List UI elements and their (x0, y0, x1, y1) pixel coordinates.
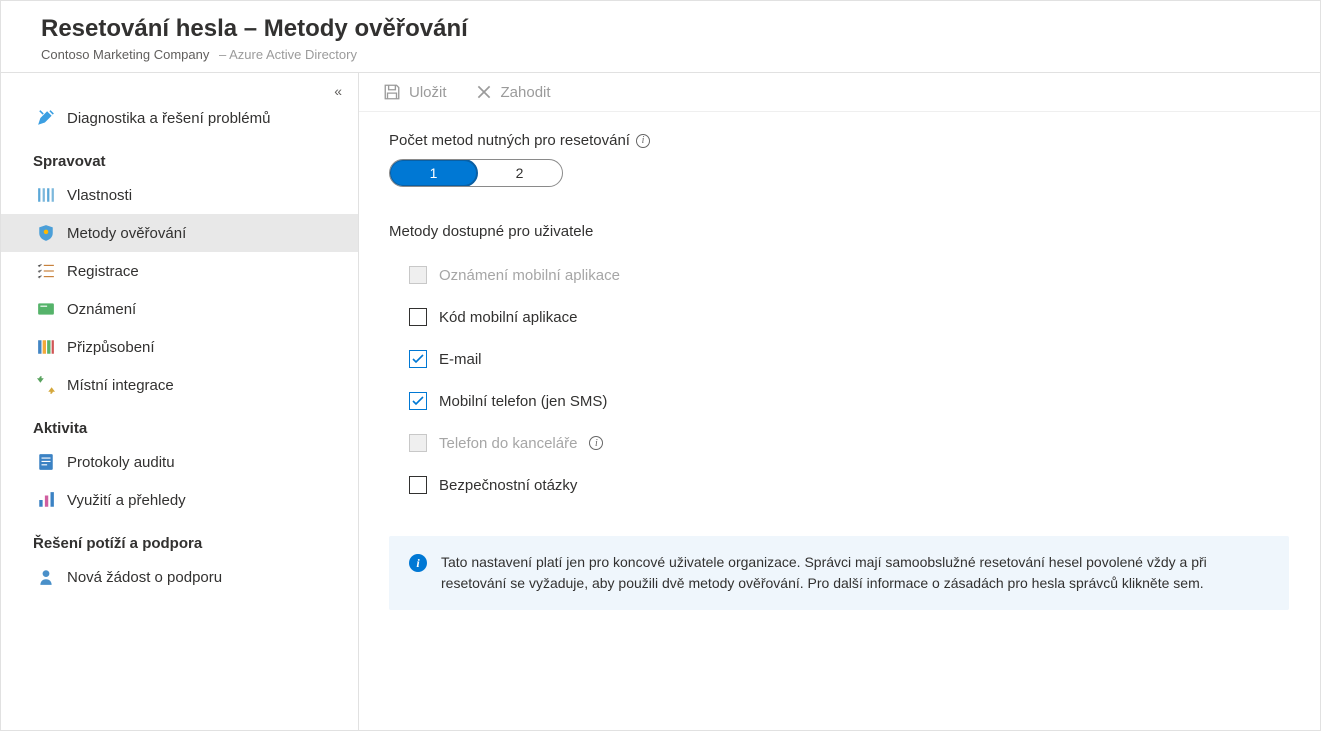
sidebar-section-manage: Spravovat (1, 137, 358, 176)
sidebar-item-label: Přizpůsobení (67, 339, 155, 356)
checkbox-icon (409, 266, 427, 284)
collapse-sidebar-icon[interactable]: « (334, 83, 342, 99)
discard-button[interactable]: Zahodit (475, 83, 551, 101)
save-button[interactable]: Uložit (383, 83, 447, 101)
sidebar-item-customization[interactable]: Přizpůsobení (1, 328, 358, 366)
checkbox-checked-icon[interactable] (409, 392, 427, 410)
close-icon (475, 83, 493, 101)
method-label: Mobilní telefon (jen SMS) (439, 393, 607, 410)
info-icon[interactable]: i (636, 134, 650, 148)
sidebar-item-label: Metody ověřování (67, 225, 186, 242)
methods-required-toggle[interactable]: 1 2 (389, 159, 563, 187)
company-name: Contoso Marketing Company (41, 47, 209, 62)
method-mobile-phone[interactable]: Mobilní telefon (jen SMS) (389, 380, 1290, 422)
sidebar-item-label: Protokoly auditu (67, 454, 175, 471)
method-label: Oznámení mobilní aplikace (439, 267, 620, 284)
main-content: Uložit Zahodit Počet metod nutných pro r… (359, 73, 1320, 730)
support-icon (37, 568, 55, 586)
sidebar-item-registration[interactable]: Registrace (1, 252, 358, 290)
sidebar-section-trouble: Řešení potíží a podpora (1, 519, 358, 558)
product-name: – Azure Active Directory (219, 47, 357, 62)
discard-label: Zahodit (501, 84, 551, 101)
chart-icon (37, 491, 55, 509)
sidebar-item-onprem[interactable]: Místní integrace (1, 366, 358, 404)
sidebar-section-activity: Aktivita (1, 404, 358, 443)
wrench-icon (37, 109, 55, 127)
sidebar-item-label: Vlastnosti (67, 187, 132, 204)
method-mobile-app-code[interactable]: Kód mobilní aplikace (389, 296, 1290, 338)
method-security-questions[interactable]: Bezpečnostní otázky (389, 464, 1290, 506)
sidebar-item-label: Místní integrace (67, 377, 174, 394)
sidebar-item-properties[interactable]: Vlastnosti (1, 176, 358, 214)
page-header: Resetování hesla – Metody ověřování Cont… (1, 1, 1320, 73)
checkbox-checked-icon[interactable] (409, 350, 427, 368)
checkbox-icon (409, 434, 427, 452)
info-text: Tato nastavení platí jen pro koncové uži… (441, 552, 1269, 594)
method-label: Kód mobilní aplikace (439, 309, 577, 326)
sidebar-item-label: Diagnostika a řešení problémů (67, 110, 270, 127)
info-banner: i Tato nastavení platí jen pro koncové u… (389, 536, 1289, 610)
sidebar-item-label: Registrace (67, 263, 139, 280)
available-methods-label: Metody dostupné pro uživatele (389, 223, 1290, 240)
page-title: Resetování hesla – Metody ověřování (41, 15, 1280, 43)
sidebar-item-audit[interactable]: Protokoly auditu (1, 443, 358, 481)
methods-required-label: Počet metod nutných pro resetování i (389, 132, 1290, 149)
sidebar: « Diagnostika a řešení problémů Spravova… (1, 73, 359, 730)
notification-icon (37, 300, 55, 318)
sidebar-item-auth-methods[interactable]: Metody ověřování (1, 214, 358, 252)
sidebar-item-notifications[interactable]: Oznámení (1, 290, 358, 328)
sliders-icon (37, 186, 55, 204)
sidebar-item-label: Využití a přehledy (67, 492, 186, 509)
palette-icon (37, 338, 55, 356)
sidebar-item-usage[interactable]: Využití a přehledy (1, 481, 358, 519)
save-icon (383, 83, 401, 101)
method-email[interactable]: E-mail (389, 338, 1290, 380)
sidebar-item-diagnose[interactable]: Diagnostika a řešení problémů (1, 99, 358, 137)
save-label: Uložit (409, 84, 447, 101)
info-badge-icon: i (409, 554, 427, 572)
info-icon[interactable]: i (589, 436, 603, 450)
toggle-option-1[interactable]: 1 (389, 159, 478, 187)
page-subtitle: Contoso Marketing Company – Azure Active… (41, 47, 1280, 62)
method-label: E-mail (439, 351, 482, 368)
toolbar: Uložit Zahodit (359, 73, 1320, 112)
method-mobile-app-notification: Oznámení mobilní aplikace (389, 254, 1290, 296)
sidebar-item-support[interactable]: Nová žádost o podporu (1, 558, 358, 596)
toggle-option-2[interactable]: 2 (477, 160, 562, 186)
method-label: Bezpečnostní otázky (439, 477, 577, 494)
checklist-icon (37, 262, 55, 280)
sidebar-item-label: Nová žádost o podporu (67, 569, 222, 586)
sidebar-item-label: Oznámení (67, 301, 136, 318)
log-icon (37, 453, 55, 471)
method-office-phone: Telefon do kanceláře i (389, 422, 1290, 464)
sync-icon (37, 376, 55, 394)
checkbox-icon[interactable] (409, 308, 427, 326)
method-label: Telefon do kanceláře (439, 435, 577, 452)
checkbox-icon[interactable] (409, 476, 427, 494)
shield-icon (37, 224, 55, 242)
